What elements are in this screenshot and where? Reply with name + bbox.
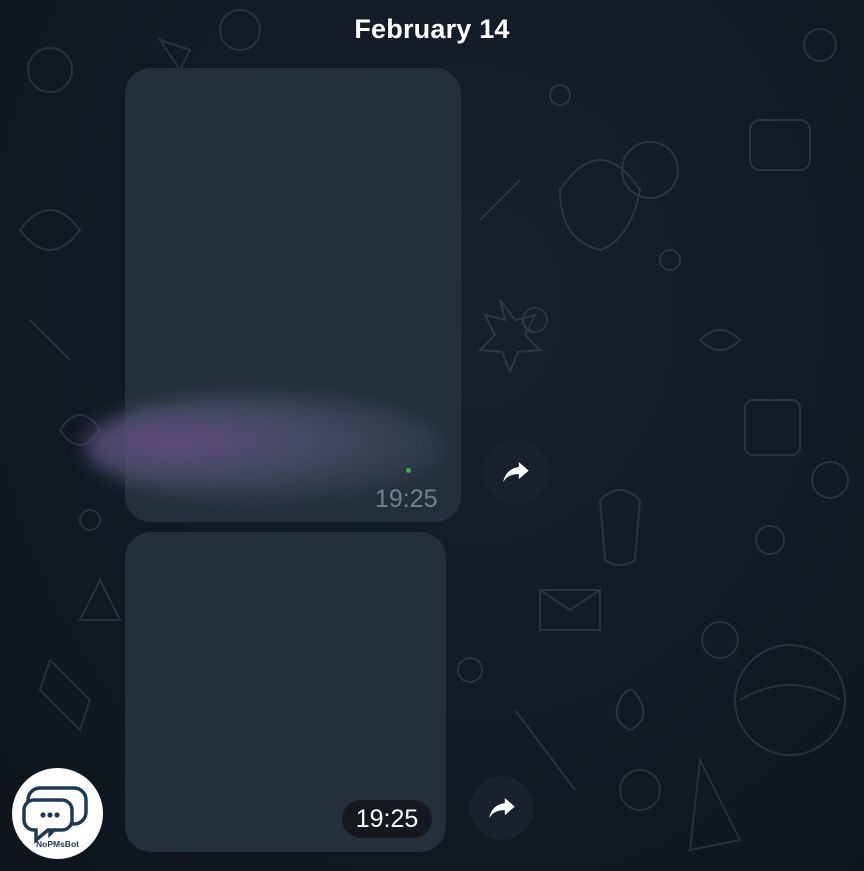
share-arrow-icon [503,462,529,482]
message-time: 19:25 [375,485,438,513]
bot-avatar[interactable]: NoPMsBot [12,768,103,859]
forward-button[interactable] [470,776,534,840]
forward-button[interactable] [484,440,548,504]
message-time-pill: 19:25 [342,800,432,838]
date-label: February 14 [354,13,510,44]
status-dot [406,468,411,473]
bot-name-label: NoPMsBot [36,839,79,849]
date-separator: February 14 [346,9,518,49]
share-arrow-icon [489,798,515,818]
message-time: 19:25 [355,804,419,833]
